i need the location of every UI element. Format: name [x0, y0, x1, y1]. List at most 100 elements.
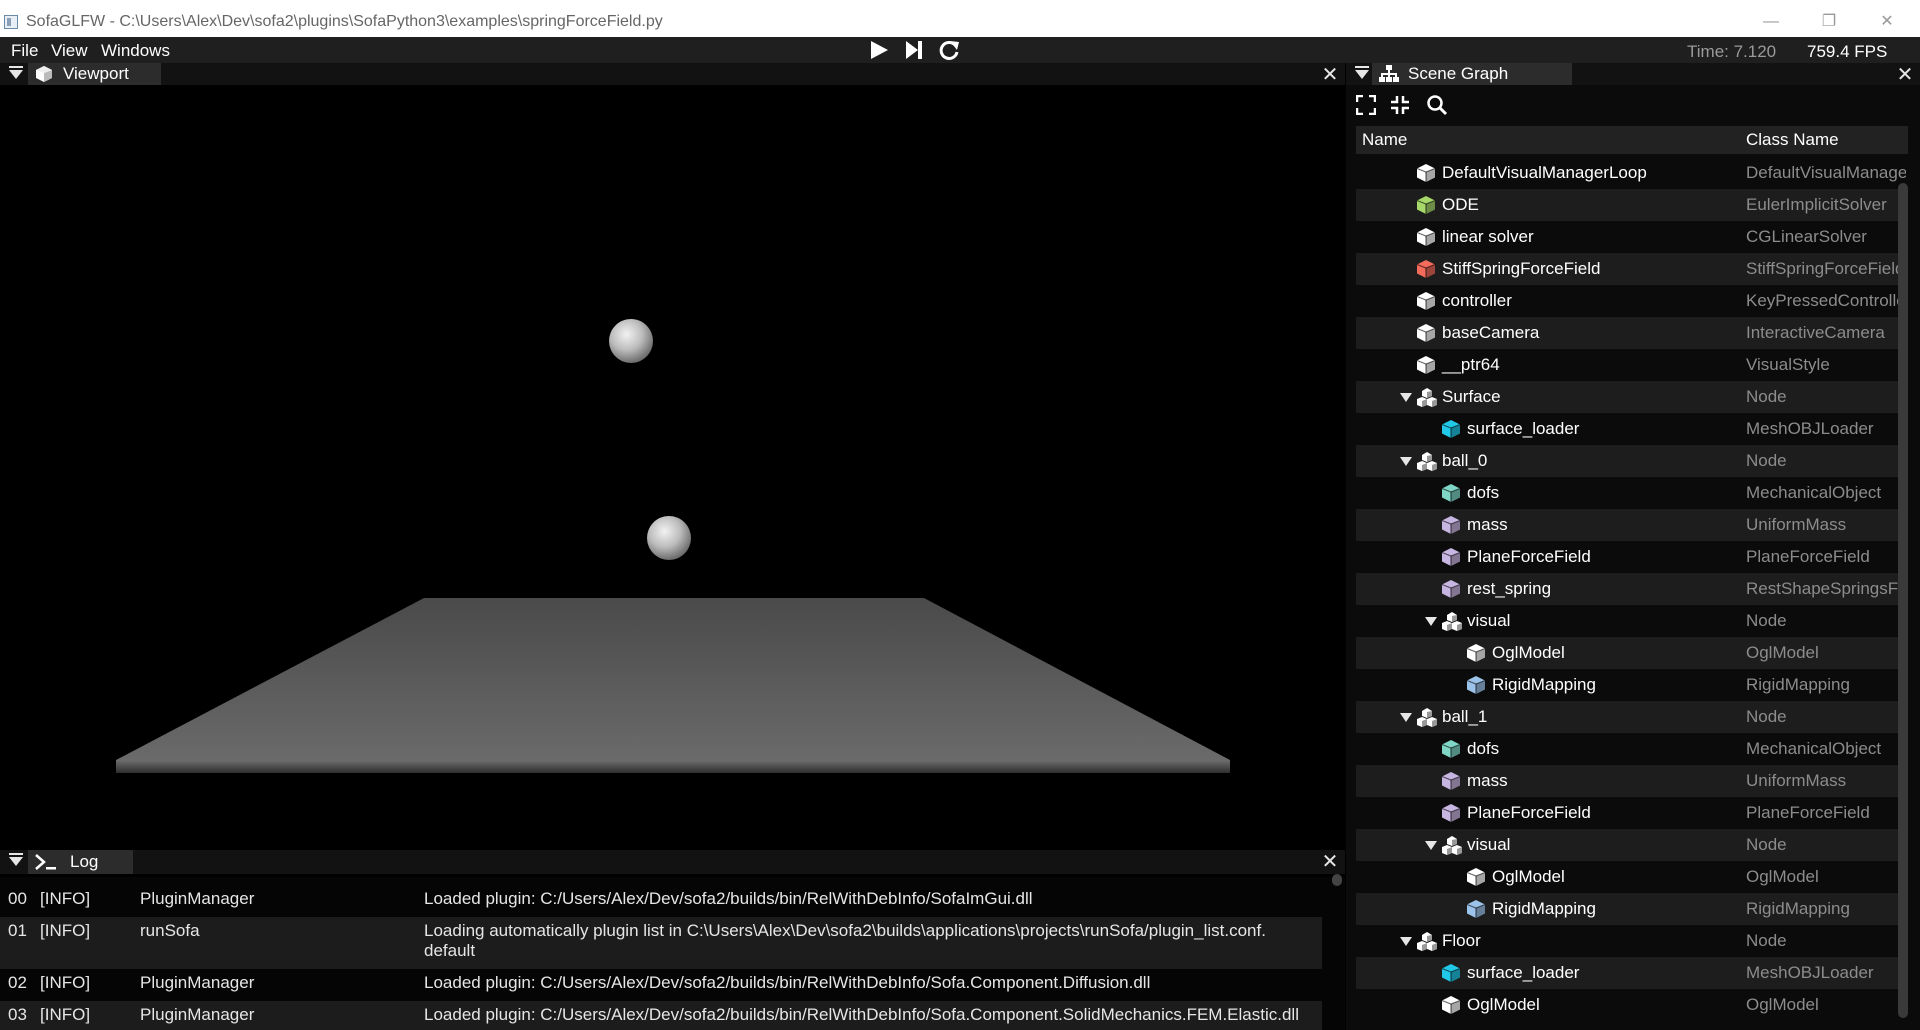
visual-icon — [1466, 867, 1486, 887]
log-entry: 03 [INFO] PluginManager Loaded plugin: C… — [0, 1001, 1322, 1030]
menu-view[interactable]: View — [51, 41, 88, 61]
expand-arrow-icon[interactable] — [1425, 841, 1437, 850]
loader-icon — [1441, 963, 1461, 983]
tree-component-row[interactable]: DefaultVisualManagerLoop DefaultVisualMan… — [1356, 157, 1908, 189]
floor-edge — [116, 760, 1230, 773]
expand-arrow-icon[interactable] — [1400, 393, 1412, 402]
solver-icon — [1416, 195, 1436, 215]
tree-node-row[interactable]: Surface Node — [1356, 381, 1908, 413]
tree-node-row[interactable]: ball_0 Node — [1356, 445, 1908, 477]
tree-item-name: ball_0 — [1442, 451, 1488, 470]
tree-item-class: OglModel — [1746, 867, 1819, 886]
forcefield-icon — [1441, 547, 1461, 567]
viewport-canvas[interactable] — [8, 93, 1338, 839]
tree-component-row[interactable]: surface_loader MeshOBJLoader — [1356, 957, 1908, 989]
tree-item-name: controller — [1442, 291, 1512, 310]
log-entry: 02 [INFO] PluginManager Loaded plugin: C… — [0, 969, 1322, 1001]
tree-component-row[interactable]: dofs MechanicalObject — [1356, 477, 1908, 509]
collapse-triangle-icon[interactable] — [9, 66, 23, 79]
tree-item-class: DefaultVisualManagerLoop — [1746, 163, 1906, 182]
app-icon — [4, 15, 18, 29]
collapse-triangle-icon[interactable] — [9, 853, 23, 866]
log-source: PluginManager — [140, 1005, 255, 1024]
tree-component-row[interactable]: OglModel OglModel — [1356, 637, 1908, 669]
tab-scene-graph[interactable]: Scene Graph — [1372, 63, 1572, 85]
tree-item-class: RigidMapping — [1746, 899, 1850, 918]
cube-icon — [36, 66, 52, 82]
tree-component-row[interactable]: mass UniformMass — [1356, 765, 1908, 797]
tree-component-row[interactable]: mass UniformMass — [1356, 509, 1908, 541]
search-icon[interactable] — [1426, 94, 1448, 116]
tab-viewport[interactable]: Viewport — [28, 63, 161, 85]
tree-node-row[interactable]: visual Node — [1356, 605, 1908, 637]
menu-bar: File View Windows Time: 7.120 759.4 FPS — [0, 37, 1920, 63]
collapse-triangle-icon[interactable] — [1355, 66, 1369, 79]
tree-component-row[interactable]: ODE EulerImplicitSolver — [1356, 189, 1908, 221]
tree-node-row[interactable]: ball_1 Node — [1356, 701, 1908, 733]
tree-item-class: Node — [1746, 707, 1787, 726]
window-title: SofaGLFW - C:\Users\Alex\Dev\sofa2\plugi… — [26, 13, 663, 30]
menu-windows[interactable]: Windows — [101, 41, 170, 61]
node-icon — [1416, 931, 1437, 951]
expand-arrow-icon[interactable] — [1400, 713, 1412, 722]
tree-component-row[interactable]: OglModel OglModel — [1356, 989, 1908, 1021]
visual-icon — [1466, 643, 1486, 663]
log-scrollbar[interactable] — [1332, 874, 1342, 886]
tree-component-row[interactable]: OglModel OglModel — [1356, 861, 1908, 893]
tree-component-row[interactable]: surface_loader MeshOBJLoader — [1356, 413, 1908, 445]
step-icon[interactable] — [903, 40, 925, 60]
log-index: 00 — [8, 889, 27, 908]
minimize-button[interactable]: — — [1748, 8, 1794, 36]
tree-component-row[interactable]: RigidMapping RigidMapping — [1356, 893, 1908, 925]
scene-graph-scrollbar[interactable] — [1898, 183, 1908, 1018]
collapse-all-icon[interactable] — [1390, 95, 1410, 115]
visual-icon — [1441, 995, 1461, 1015]
close-scene-graph-icon[interactable]: ✕ — [1895, 62, 1915, 86]
tree-item-name: OglModel — [1492, 643, 1565, 662]
mass-icon — [1441, 515, 1461, 535]
terminal-icon — [35, 854, 56, 870]
tree-item-name: ODE — [1442, 195, 1479, 214]
column-header-class[interactable]: Class Name — [1746, 130, 1839, 150]
tab-log[interactable]: Log — [28, 850, 133, 874]
window-title-bar: SofaGLFW - C:\Users\Alex\Dev\sofa2\plugi… — [0, 0, 1920, 37]
tree-item-class: Node — [1746, 611, 1787, 630]
close-viewport-icon[interactable]: ✕ — [1320, 62, 1340, 86]
maximize-button[interactable]: ❐ — [1806, 8, 1852, 36]
component-icon — [1416, 291, 1436, 311]
close-log-icon[interactable]: ✕ — [1320, 849, 1340, 873]
menu-file[interactable]: File — [11, 41, 38, 61]
loader-icon — [1441, 419, 1461, 439]
close-window-button[interactable]: ✕ — [1864, 8, 1910, 36]
tree-node-row[interactable]: Floor Node — [1356, 925, 1908, 957]
log-source: runSofa — [140, 921, 200, 940]
expand-arrow-icon[interactable] — [1425, 617, 1437, 626]
tree-component-row[interactable]: PlaneForceField PlaneForceField — [1356, 541, 1908, 573]
tree-component-row[interactable]: baseCamera InteractiveCamera — [1356, 317, 1908, 349]
column-header-name[interactable]: Name — [1362, 130, 1407, 150]
component-icon — [1416, 323, 1436, 343]
tree-component-row[interactable]: PlaneForceField PlaneForceField — [1356, 797, 1908, 829]
tree-item-name: surface_loader — [1467, 419, 1580, 438]
expand-all-icon[interactable] — [1356, 95, 1376, 115]
tree-item-name: OglModel — [1467, 995, 1540, 1014]
tree-item-class: EulerImplicitSolver — [1746, 195, 1887, 214]
tree-component-row[interactable]: __ptr64 VisualStyle — [1356, 349, 1908, 381]
tree-item-name: PlaneForceField — [1467, 547, 1591, 566]
play-icon[interactable] — [868, 40, 890, 60]
tree-component-row[interactable]: StiffSpringForceField StiffSpringForceFie… — [1356, 253, 1908, 285]
time-readout: Time: 7.120 — [1687, 42, 1777, 61]
tree-item-class: OglModel — [1746, 995, 1819, 1014]
expand-arrow-icon[interactable] — [1400, 457, 1412, 466]
log-title-bar: Log ✕ — [0, 850, 1345, 874]
expand-arrow-icon[interactable] — [1400, 937, 1412, 946]
tree-node-row[interactable]: visual Node — [1356, 829, 1908, 861]
tree-component-row[interactable]: dofs MechanicalObject — [1356, 733, 1908, 765]
tree-component-row[interactable]: linear solver CGLinearSolver — [1356, 221, 1908, 253]
tree-item-class: KeyPressedController — [1746, 291, 1906, 310]
tree-component-row[interactable]: RigidMapping RigidMapping — [1356, 669, 1908, 701]
tree-component-row[interactable]: controller KeyPressedController — [1356, 285, 1908, 317]
tree-component-row[interactable]: rest_spring RestShapeSpringsForceField — [1356, 573, 1908, 605]
log-level: [INFO] — [40, 921, 91, 940]
reset-icon[interactable] — [937, 39, 961, 61]
